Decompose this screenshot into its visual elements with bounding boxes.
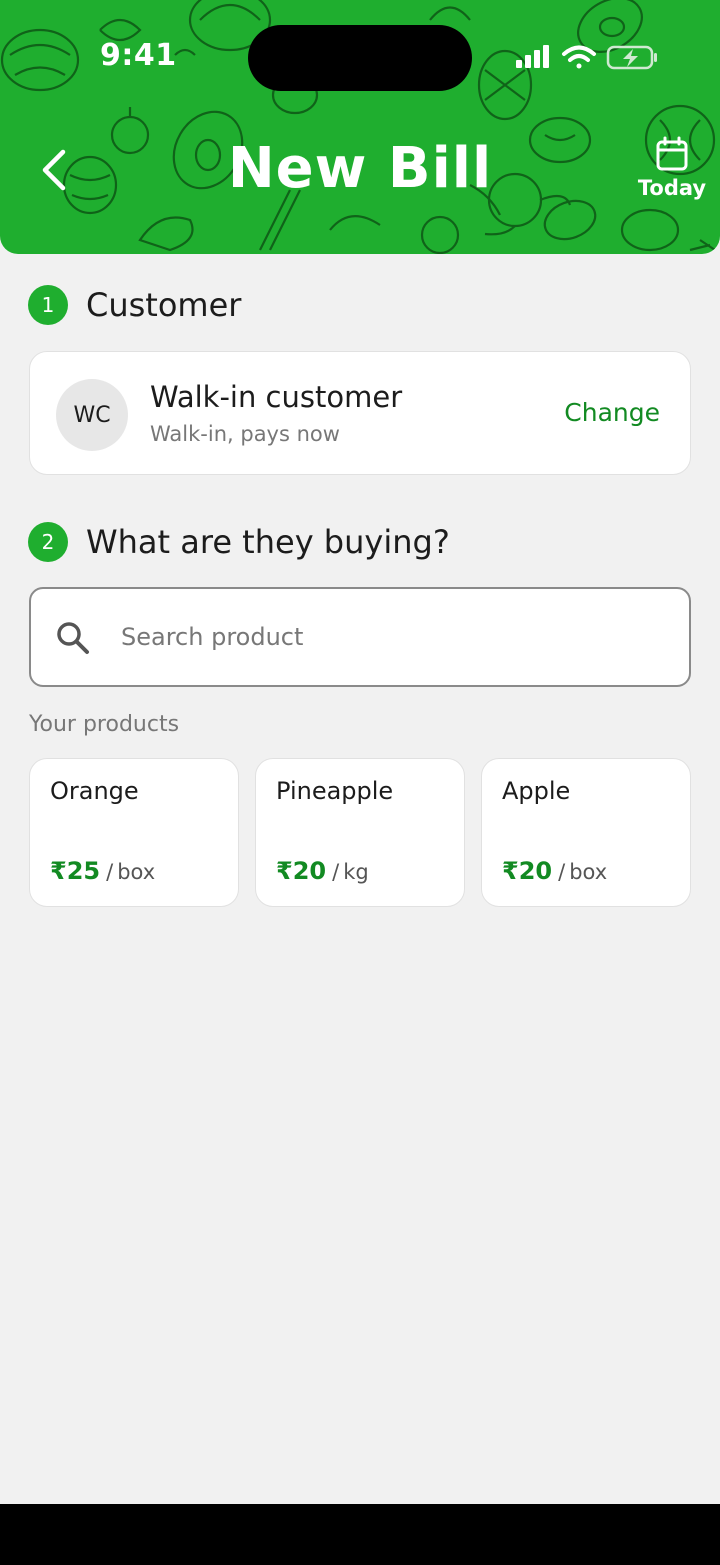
- dynamic-island: [248, 25, 472, 91]
- product-unit: kg: [343, 860, 369, 884]
- product-price-row: ₹25/box: [50, 857, 155, 885]
- product-card-orange[interactable]: Orange ₹25/box: [29, 758, 239, 907]
- customer-avatar: WC: [56, 379, 128, 451]
- product-unit: box: [117, 860, 156, 884]
- price-separator: /: [106, 860, 114, 884]
- product-card-pineapple[interactable]: Pineapple ₹20/kg: [255, 758, 465, 907]
- today-date-button[interactable]: Today: [630, 136, 714, 206]
- section-title: Customer: [86, 286, 242, 324]
- product-price-row: ₹20/kg: [276, 857, 369, 885]
- customer-card: WC Walk-in customer Walk-in, pays now Ch…: [29, 351, 691, 475]
- customer-name: Walk-in customer: [150, 380, 403, 414]
- products-label: Your products: [29, 712, 180, 737]
- search-input[interactable]: [121, 611, 661, 663]
- price-separator: /: [332, 860, 340, 884]
- buying-section-heading: 2 What are they buying?: [28, 522, 450, 562]
- product-name: Pineapple: [276, 777, 394, 805]
- product-price: ₹20: [276, 857, 327, 885]
- product-name: Orange: [50, 777, 139, 805]
- back-button[interactable]: [28, 140, 80, 200]
- customer-section-heading: 1 Customer: [28, 285, 241, 325]
- header: 9:41 New Bill Today: [0, 0, 720, 254]
- product-price: ₹20: [502, 857, 553, 885]
- product-name: Apple: [502, 777, 571, 805]
- change-customer-button[interactable]: Change: [564, 398, 660, 427]
- calendar-icon: [656, 136, 688, 171]
- signal-icon: [516, 45, 549, 68]
- product-card-apple[interactable]: Apple ₹20/box: [481, 758, 691, 907]
- product-search-box[interactable]: [29, 587, 691, 687]
- customer-subtitle: Walk-in, pays now: [150, 422, 340, 446]
- battery-icon: [606, 45, 657, 70]
- product-unit: box: [569, 860, 608, 884]
- step-number-badge: 2: [28, 522, 68, 562]
- price-separator: /: [558, 860, 566, 884]
- section-title: What are they buying?: [86, 523, 450, 561]
- page-title: New Bill: [227, 136, 493, 201]
- status-time: 9:41: [100, 38, 177, 73]
- chevron-left-icon: [42, 149, 66, 191]
- status-icons: [516, 45, 657, 70]
- bottom-system-bar: [0, 1504, 720, 1565]
- product-price: ₹25: [50, 857, 101, 885]
- today-label: Today: [637, 176, 707, 200]
- search-icon: [57, 622, 89, 654]
- step-number-badge: 1: [28, 285, 68, 325]
- new-bill-screen: 9:41 New Bill Today 1 Customer WC Walk-i…: [0, 0, 720, 1565]
- wifi-icon: [562, 45, 596, 69]
- product-price-row: ₹20/box: [502, 857, 607, 885]
